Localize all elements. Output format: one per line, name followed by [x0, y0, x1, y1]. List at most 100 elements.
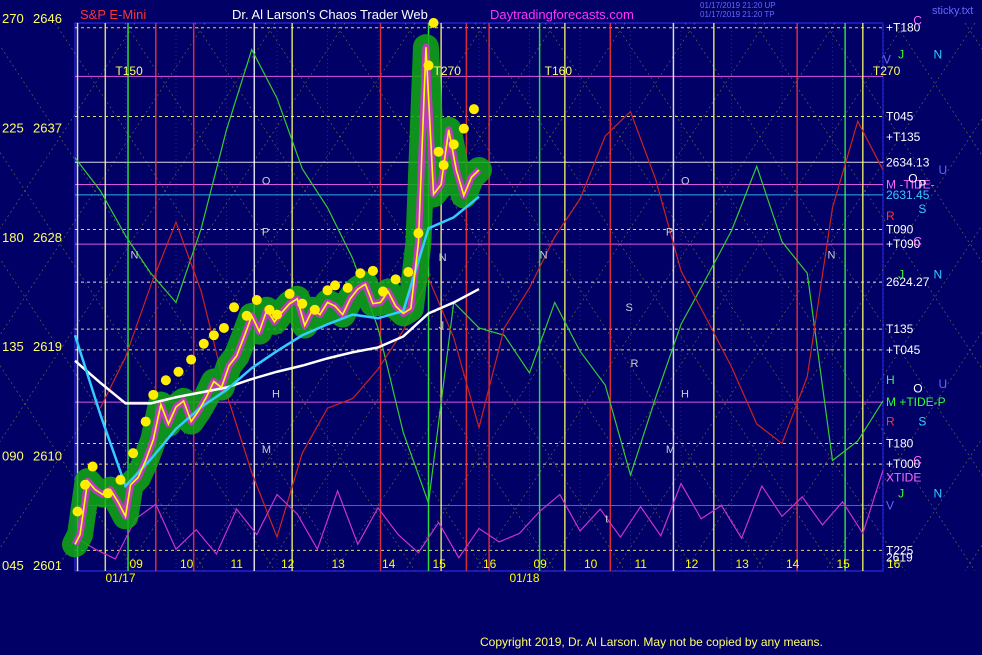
chart-svg: 270 2646 225 2637 180 2628 135 2619 090 2610 045 26…	[0, 11, 982, 585]
right-level-label: 2634.13	[886, 155, 930, 169]
x-tick-label: 15	[837, 557, 851, 571]
y-price-label: 2628	[33, 230, 62, 245]
planet-side-label: N	[934, 267, 943, 281]
price-dot	[218, 322, 229, 333]
price-dot	[87, 461, 98, 472]
price-dot	[160, 375, 171, 386]
planet-side-label: U	[939, 377, 948, 391]
price-dot	[355, 268, 366, 279]
y-price-label: 2610	[33, 449, 62, 464]
site-link[interactable]: Daytradingforecasts.com	[490, 7, 634, 22]
chart-title: Dr. Al Larson's Chaos Trader Web	[232, 7, 428, 22]
planet-side-label: O	[908, 171, 917, 185]
price-dot	[229, 302, 240, 313]
price-dot	[186, 354, 197, 365]
x-tick-label: 13	[736, 557, 750, 571]
price-dot	[208, 330, 219, 341]
price-dot	[272, 309, 282, 320]
right-level-label: XTIDE	[886, 470, 921, 484]
planet-side-label: U	[939, 163, 948, 177]
x-tick-label: 10	[180, 557, 194, 571]
right-level-label: 2619	[886, 551, 913, 565]
right-level-label: R	[886, 415, 895, 429]
price-dot	[390, 274, 401, 285]
time-cycle-label: T160	[545, 64, 573, 78]
right-level-label: T090	[886, 223, 914, 237]
planet-mark: O	[681, 176, 690, 188]
planet-mark: R	[631, 358, 639, 370]
price-dot	[423, 60, 434, 71]
right-level-label: H	[886, 373, 895, 387]
price-dot	[448, 139, 459, 150]
right-level-label: +T045	[886, 343, 921, 357]
price-dot	[251, 295, 262, 306]
planet-mark: P	[666, 227, 673, 239]
date-label: 01/17	[106, 571, 136, 585]
price-dot	[309, 304, 320, 315]
right-level-label: T180	[886, 436, 914, 450]
time-cycle-label: T150	[115, 64, 143, 78]
right-level-label: V	[886, 498, 894, 512]
y-degree-label: 135	[2, 339, 24, 354]
planet-side-label: V	[883, 52, 891, 66]
planet-mark: N	[131, 250, 139, 262]
planet-side-label: S	[918, 415, 926, 429]
chaos-chart: 270 2646 225 2637 180 2628 135 2619 090 2610 045 26…	[0, 0, 982, 650]
planet-mark: N	[827, 250, 835, 262]
plot-area	[74, 22, 884, 572]
right-level-label: T135	[886, 322, 914, 336]
price-dot	[297, 298, 308, 309]
price-dot	[128, 448, 139, 459]
timestamp: 01/17/2019 21:20 UP 01/17/2019 21:20 TP	[700, 1, 776, 19]
time-cycle-label: T270	[434, 64, 462, 78]
planet-mark: N	[439, 252, 447, 264]
date-label: 01/18	[510, 571, 540, 585]
price-dot	[173, 366, 184, 377]
copyright-notice: Copyright 2019, Dr. Al Larson. May not b…	[480, 635, 823, 649]
price-dot	[403, 267, 414, 278]
price-dot	[198, 338, 209, 349]
y-degree-label: 270	[2, 11, 24, 26]
timestamp-line-1: 01/17/2019 21:20 UP	[700, 1, 776, 10]
planet-side-label: C	[913, 235, 922, 249]
price-dot	[378, 286, 389, 297]
x-tick-label: 09	[130, 557, 144, 571]
y-degree-label: 045	[2, 558, 24, 573]
planet-side-label: J	[898, 47, 904, 61]
planet-mark: H	[681, 388, 689, 400]
x-tick-label: 11	[231, 557, 244, 571]
y-price-label: 2619	[33, 339, 62, 354]
x-tick-label: 16	[483, 557, 497, 571]
planet-mark: M	[666, 444, 675, 456]
x-tick-label: 09	[534, 557, 548, 571]
right-level-label: 2624.27	[886, 275, 930, 289]
price-dot	[468, 104, 479, 115]
planet-side-label: C	[913, 13, 922, 27]
planet-mark: P	[262, 227, 269, 239]
planet-mark: t	[605, 513, 608, 525]
planet-side-label: J	[898, 486, 904, 500]
planet-mark: H	[272, 388, 280, 400]
planet-side-label: C	[913, 453, 922, 467]
x-tick-label: 14	[786, 557, 800, 571]
planet-mark: O	[262, 176, 271, 188]
planet-side-label: J	[898, 267, 904, 281]
price-dot	[438, 160, 449, 171]
price-dot	[284, 288, 295, 299]
price-dot	[115, 474, 126, 485]
planet-side-label: S	[918, 202, 926, 216]
price-dot	[342, 282, 353, 293]
y-degree-label: 180	[2, 230, 24, 245]
planet-side-label: N	[934, 486, 943, 500]
y-price-label: 2601	[33, 558, 62, 573]
price-dot	[140, 416, 151, 427]
price-dot	[72, 506, 83, 517]
price-dot	[458, 123, 469, 134]
y-price-label: 2646	[33, 11, 62, 26]
price-dot	[241, 310, 252, 321]
price-dot	[80, 479, 91, 490]
price-dot	[413, 228, 424, 239]
planet-mark: S	[625, 302, 632, 314]
right-level-label: M +TIDE-P	[886, 395, 946, 409]
x-tick-label: 11	[635, 557, 648, 571]
